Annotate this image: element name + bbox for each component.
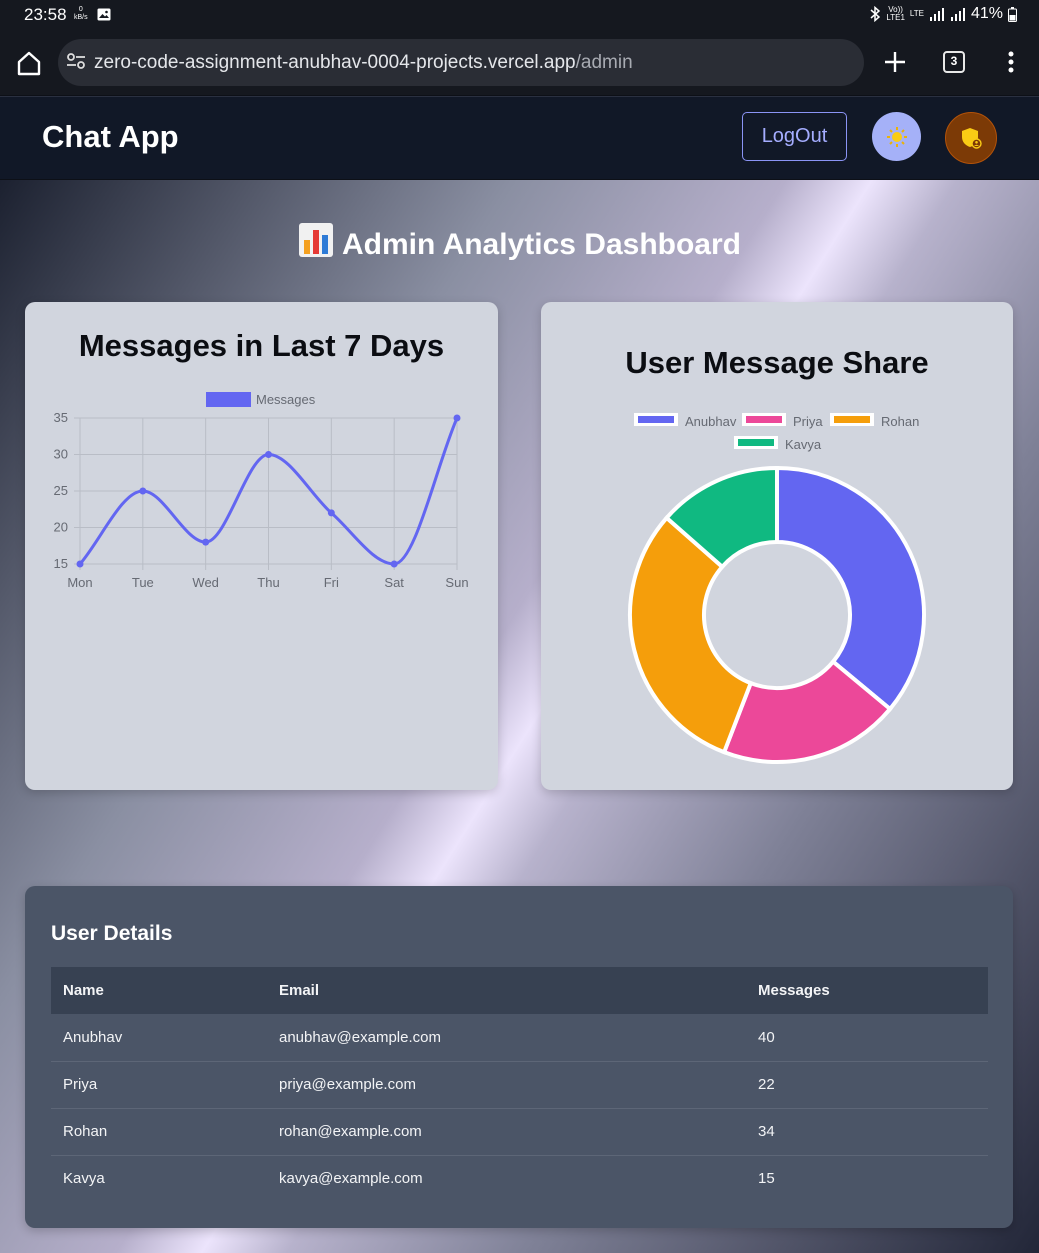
more-vert-icon[interactable]: [1000, 49, 1022, 75]
admin-profile-button[interactable]: [945, 112, 997, 164]
doughnut-slice-anubhav[interactable]: [775, 465, 926, 712]
battery-icon: [1008, 6, 1017, 22]
legend-label-messages: Messages: [256, 392, 316, 407]
cell-email: rohan@example.com: [267, 1108, 746, 1156]
admin-shield-icon: [962, 128, 982, 149]
line-chart-title: Messages in Last 7 Days: [78, 328, 445, 363]
app-header: Chat App LogOut: [0, 96, 1039, 179]
cell-name: Anubhav: [51, 1014, 267, 1062]
browser-toolbar: zero-code-assignment-anubhav-0004-projec…: [0, 30, 1039, 95]
table-row: Kavya kavya@example.com 15: [51, 1155, 988, 1202]
user-share-doughnut: Anubhav Priya Rohan Kavya: [628, 413, 926, 764]
data-point[interactable]: [453, 414, 461, 422]
y-tick-label: 20: [54, 520, 68, 535]
cell-messages: 22: [746, 1061, 988, 1109]
legend-label[interactable]: Priya: [793, 414, 823, 429]
table-header-row: Name Email Messages: [51, 967, 988, 1014]
y-axis-ticks: 15 20 25 30 35: [54, 410, 68, 571]
legend-label[interactable]: Rohan: [881, 414, 919, 429]
theme-toggle-button[interactable]: [872, 112, 921, 161]
status-time: 23:58: [24, 5, 67, 24]
cell-name: Priya: [51, 1061, 267, 1109]
cell-email: anubhav@example.com: [267, 1014, 746, 1062]
bluetooth-icon: [870, 6, 881, 22]
line-legend[interactable]: Messages: [206, 392, 316, 407]
x-tick-label: Thu: [257, 575, 279, 590]
data-point[interactable]: [76, 560, 84, 568]
legend-swatch: [738, 439, 774, 446]
legend-swatch: [746, 416, 782, 423]
column-header-name: Name: [51, 967, 267, 1014]
x-tick-label: Wed: [192, 575, 219, 590]
legend-swatch: [834, 416, 870, 423]
cell-email: priya@example.com: [267, 1061, 746, 1109]
data-point[interactable]: [139, 487, 147, 495]
legend-label[interactable]: Anubhav: [685, 414, 737, 429]
y-tick-label: 35: [54, 410, 68, 425]
cell-name: Rohan: [51, 1108, 267, 1156]
address-bar[interactable]: zero-code-assignment-anubhav-0004-projec…: [58, 39, 864, 86]
battery-percent: 41%: [970, 5, 1003, 22]
home-icon[interactable]: [14, 48, 44, 78]
table-row: Priya priya@example.com 22: [51, 1061, 988, 1109]
y-tick-label: 30: [54, 447, 68, 462]
data-point[interactable]: [327, 509, 335, 517]
net-speed: 0 kB/s: [74, 6, 88, 21]
dashboard-title: Admin Analytics Dashboard: [0, 222, 1039, 262]
logout-button[interactable]: LogOut: [742, 112, 847, 161]
user-share-chart-card: User Message Share Anubhav Priya Rohan Kavy…: [541, 302, 1013, 790]
data-point[interactable]: [202, 538, 210, 546]
user-details-table: Name Email Messages Anubhav anubhav@exam…: [51, 967, 988, 1202]
dashboard-main: Admin Analytics Dashboard Messages in La…: [0, 180, 1039, 1253]
tab-switcher-icon[interactable]: 3: [943, 51, 965, 73]
tune-icon[interactable]: [66, 52, 86, 70]
signal-icon-2: [950, 8, 965, 21]
status-bar: 23:58 0 kB/s Vo)) LTE1 LTE 41%: [0, 0, 1039, 30]
user-details-title: User Details: [51, 922, 173, 945]
lte-indicator: LTE: [909, 9, 924, 18]
sun-icon: [886, 126, 907, 147]
x-tick-label: Fri: [324, 575, 339, 590]
dashboard-title-text: Admin Analytics Dashboard: [342, 228, 741, 261]
x-axis-ticks: Mon Tue Wed Thu Fri Sat Sun: [67, 575, 468, 590]
url-text[interactable]: zero-code-assignment-anubhav-0004-projec…: [94, 52, 633, 74]
x-tick-label: Sun: [445, 575, 468, 590]
cell-messages: 15: [758, 1170, 775, 1188]
column-header-email: Email: [267, 967, 746, 1014]
messages-line-chart: Messages 15 20 25 30 35 Mon Tue Wed Thu Fri Sat Su…: [54, 392, 469, 590]
volte-indicator: Vo)) LTE1: [886, 5, 905, 22]
cell-messages: 34: [746, 1108, 988, 1156]
data-point[interactable]: [265, 451, 272, 458]
user-details-card: User Details Name Email Messages Anubhav…: [25, 886, 1013, 1228]
cell-name: Kavya: [63, 1170, 105, 1188]
table-row: Anubhav anubhav@example.com 40: [51, 1014, 988, 1062]
image-notification-icon: [97, 8, 111, 21]
legend-swatch-messages: [206, 392, 251, 407]
bar-chart-icon: [299, 223, 334, 257]
signal-icon: [929, 8, 944, 21]
column-header-messages: Messages: [746, 967, 988, 1014]
plus-icon[interactable]: [880, 47, 910, 77]
x-tick-label: Tue: [132, 575, 154, 590]
legend-label[interactable]: Kavya: [785, 437, 822, 452]
x-tick-label: Sat: [384, 575, 404, 590]
pie-legend: Anubhav Priya Rohan Kavya: [634, 413, 919, 452]
url-host: zero-code-assignment-anubhav-0004-projec…: [94, 52, 576, 73]
pie-slices: [628, 465, 926, 764]
url-path: /admin: [575, 52, 633, 73]
legend-swatch: [638, 416, 674, 423]
pie-chart-title: User Message Share: [625, 345, 929, 380]
messages-line-chart-card: Messages in Last 7 Days Messages 15 20 25 3…: [25, 302, 498, 790]
table-row: Rohan rohan@example.com 34: [51, 1108, 988, 1156]
y-tick-label: 15: [54, 556, 68, 571]
cell-email: kavya@example.com: [279, 1170, 423, 1188]
x-tick-label: Mon: [67, 575, 92, 590]
data-point[interactable]: [390, 560, 398, 568]
cell-messages: 40: [746, 1014, 988, 1062]
app-title: Chat App: [42, 119, 179, 154]
y-tick-label: 25: [54, 483, 68, 498]
